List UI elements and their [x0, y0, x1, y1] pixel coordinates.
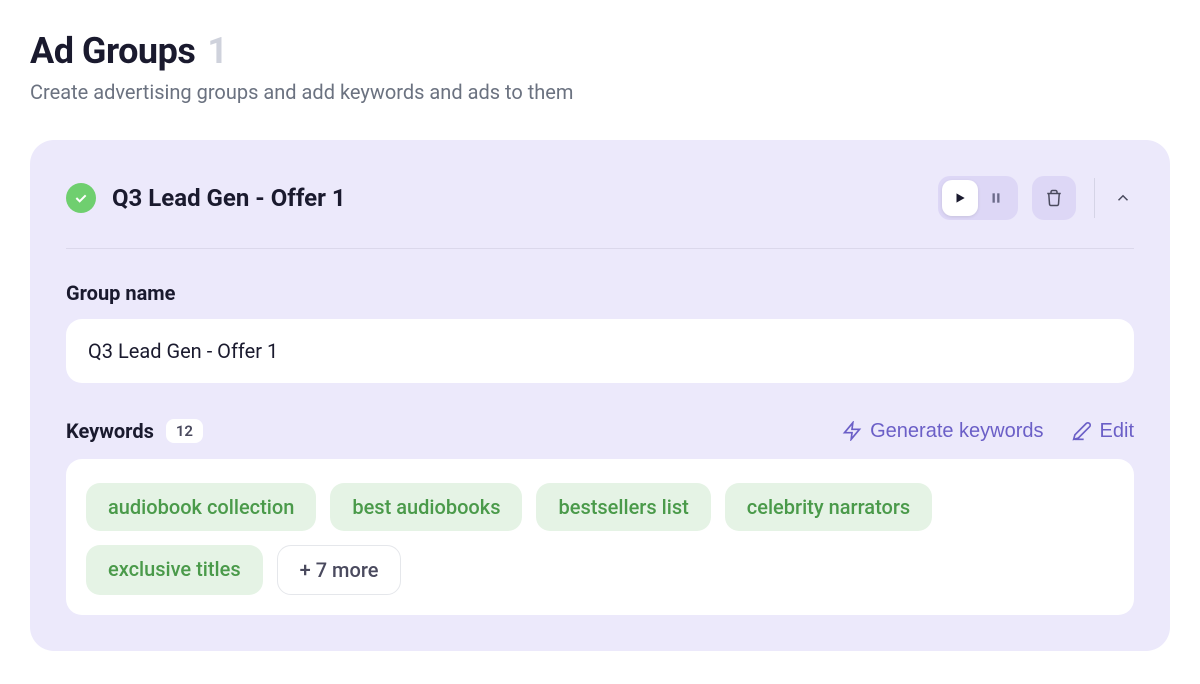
delete-button[interactable]	[1032, 176, 1076, 220]
page-title-count: 1	[207, 30, 228, 72]
trash-icon	[1045, 189, 1063, 207]
keyword-tag[interactable]: exclusive titles	[86, 545, 263, 595]
keywords-container: audiobook collection best audiobooks bes…	[66, 459, 1134, 615]
play-button[interactable]	[942, 180, 978, 216]
keywords-label: Keywords	[66, 419, 154, 443]
playback-toggle	[938, 176, 1018, 220]
play-icon	[953, 191, 967, 205]
page-title: Ad Groups	[30, 30, 195, 72]
keyword-tag[interactable]: audiobook collection	[86, 483, 316, 531]
edit-icon	[1072, 421, 1092, 441]
keyword-tag[interactable]: celebrity narrators	[725, 483, 932, 531]
keyword-tag[interactable]: bestsellers list	[536, 483, 710, 531]
group-name-input[interactable]	[66, 319, 1134, 383]
collapse-button[interactable]	[1094, 178, 1134, 218]
more-keywords-button[interactable]: + 7 more	[277, 545, 402, 595]
lightning-icon	[842, 421, 862, 441]
keyword-tag[interactable]: best audiobooks	[330, 483, 522, 531]
generate-keywords-button[interactable]: Generate keywords	[842, 420, 1043, 443]
keywords-count-badge: 12	[166, 419, 203, 443]
pause-button[interactable]	[978, 180, 1014, 216]
edit-keywords-label: Edit	[1100, 420, 1134, 443]
edit-keywords-button[interactable]: Edit	[1072, 420, 1134, 443]
group-title: Q3 Lead Gen - Offer 1	[112, 184, 346, 212]
pause-icon	[989, 191, 1003, 205]
chevron-up-icon	[1114, 189, 1132, 207]
ad-group-card: Q3 Lead Gen - Offer 1	[30, 140, 1170, 651]
page-subtitle: Create advertising groups and add keywor…	[30, 80, 1170, 104]
group-name-label: Group name	[66, 281, 1134, 305]
status-check-icon	[66, 183, 96, 213]
group-header: Q3 Lead Gen - Offer 1	[66, 176, 1134, 249]
generate-keywords-label: Generate keywords	[870, 420, 1043, 443]
